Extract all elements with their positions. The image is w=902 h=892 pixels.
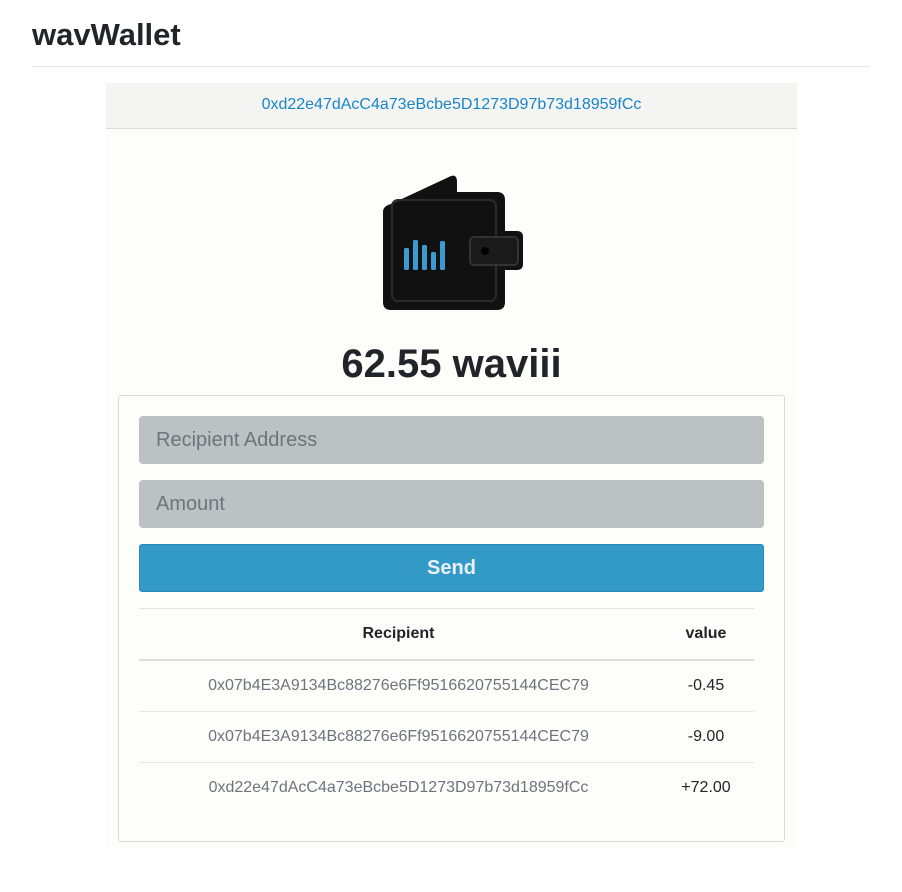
recipient-address-input[interactable]: [139, 416, 764, 464]
wallet-address[interactable]: 0xd22e47dAcC4a73eBcbe5D1273D97b73d18959f…: [106, 83, 797, 129]
tx-value: +72.00: [681, 779, 731, 796]
tx-value: -9.00: [657, 711, 754, 763]
wallet-icon: [383, 175, 523, 310]
table-row: 0x07b4E3A9134Bc88276e6Ff9516620755144CEC…: [139, 660, 754, 712]
amount-input[interactable]: [139, 480, 764, 528]
header-divider: [32, 66, 870, 67]
send-button[interactable]: Send: [139, 544, 764, 592]
wallet-balance: 62.55 waviii: [341, 342, 562, 386]
table-row: 0x07b4E3A9134Bc88276e6Ff9516620755144CEC…: [139, 711, 754, 763]
header-recipient: Recipient: [139, 608, 658, 661]
tx-recipient: 0x07b4E3A9134Bc88276e6Ff9516620755144CEC…: [139, 711, 658, 763]
table-header-row: Recipient value: [139, 608, 754, 661]
transaction-table: Recipient value 0x07b4E3A9134Bc88276e6Ff…: [139, 608, 754, 813]
tx-recipient: 0xd22e47dAcC4a73eBcbe5D1273D97b73d18959f…: [208, 779, 589, 796]
tx-value: -0.45: [657, 660, 754, 712]
table-row: 0xd22e47dAcC4a73eBcbe5D1273D97b73d18959f…: [139, 763, 754, 814]
header-value: value: [657, 608, 754, 661]
send-form-card: Send Recipient value 0x07b4E3A9134Bc8827…: [118, 395, 785, 842]
tx-recipient: 0x07b4E3A9134Bc88276e6Ff9516620755144CEC…: [139, 660, 658, 712]
wallet-panel: 0xd22e47dAcC4a73eBcbe5D1273D97b73d18959f…: [106, 83, 797, 849]
app-title: wavWallet: [32, 17, 181, 52]
